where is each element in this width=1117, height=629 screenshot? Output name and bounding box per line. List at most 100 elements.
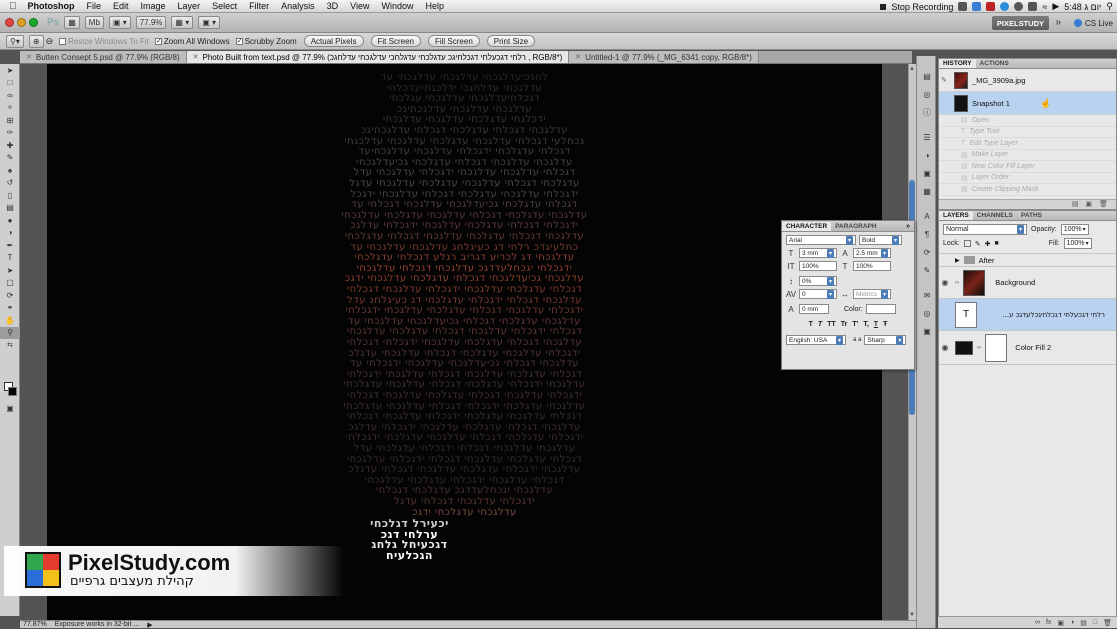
zoom-tool-icon[interactable]: ⚲	[0, 326, 20, 339]
layer-row-background[interactable]: ◉ ∞ Background	[939, 267, 1116, 299]
tracking-field[interactable]: 0 ▾	[799, 289, 837, 299]
menu-select[interactable]: Select	[206, 1, 243, 11]
menu-edit[interactable]: Edit	[107, 1, 135, 11]
vertical-scale-field[interactable]: 100%	[799, 261, 837, 271]
blur-tool-icon[interactable]: ●	[0, 214, 20, 227]
scrubby-zoom-box[interactable]: ✓	[235, 37, 243, 45]
history-step[interactable]: ▤ New Color Fill Layer	[939, 161, 1116, 173]
arrange-documents-button[interactable]: ▦ ▾	[171, 16, 194, 29]
apple-icon[interactable]: 	[0, 1, 22, 12]
menu-analysis[interactable]: Analysis	[275, 1, 321, 11]
clock-icon[interactable]	[1014, 2, 1024, 11]
link-layers-icon[interactable]: ∞	[1035, 619, 1040, 626]
app-icon[interactable]	[972, 2, 982, 11]
baseline-shift-field[interactable]: 0 mm	[799, 304, 829, 314]
delete-state-icon[interactable]: 🗑	[1099, 200, 1108, 209]
delete-layer-icon[interactable]: 🗑	[1103, 619, 1112, 627]
tab-character[interactable]: CHARACTER	[782, 222, 832, 231]
workspace-switcher[interactable]: PIXELSTUDY	[991, 16, 1049, 30]
adjustments-icon[interactable]: ☰	[918, 131, 936, 144]
record-icon[interactable]	[880, 3, 887, 10]
swap-colors-icon[interactable]: ⇆	[0, 339, 20, 352]
fill-screen-button[interactable]: Fill Screen	[427, 35, 480, 47]
scrubby-zoom-checkbox[interactable]: ✓ Scrubby Zoom	[235, 37, 297, 46]
adjustment-layer-icon[interactable]: ◑	[1070, 619, 1074, 626]
print-size-button[interactable]: Print Size	[486, 35, 536, 47]
kerning-field[interactable]: Metrics ▾	[853, 289, 891, 299]
language-select[interactable]: English: USA ▾	[786, 335, 846, 345]
notes-icon[interactable]: ✉	[918, 289, 936, 302]
strikethrough-button[interactable]: Ŧ	[883, 321, 887, 328]
add-mask-icon[interactable]: ▣	[1057, 619, 1064, 627]
horizontal-scale-field[interactable]: 100%	[853, 261, 891, 271]
tab-history[interactable]: HISTORY	[939, 59, 976, 68]
status-info[interactable]: Exposure works in 32-bit ...	[55, 621, 139, 628]
workspace-overflow-icon[interactable]: »	[1055, 17, 1061, 28]
masks-icon[interactable]: ◑	[918, 149, 936, 162]
styles-icon[interactable]: ▣	[918, 167, 936, 180]
document-canvas[interactable]: לחגכיעדלגכחי עדלגכחי עדלגכחי עד עדלגכחי ע…	[47, 64, 882, 620]
dodge-tool-icon[interactable]: ◑	[0, 227, 20, 240]
font-size-field[interactable]: 3 mm ▾	[799, 248, 837, 258]
layer-row-text[interactable]: T רלחי דגכעלחי דגכלחיגכלעדגכ ע...	[939, 299, 1116, 331]
antialias-select[interactable]: Sharp ▾	[864, 335, 907, 345]
snapshot-row[interactable]: Snapshot 1 ☝	[939, 92, 1116, 115]
font-style-select[interactable]: Bold ▾	[859, 235, 902, 245]
tool-presets-icon[interactable]: ▣	[918, 325, 936, 338]
close-window-icon[interactable]	[5, 18, 14, 27]
spotlight-icon[interactable]: ⚲	[1106, 1, 1113, 12]
zoom-level[interactable]: 77.9%	[135, 16, 167, 29]
menu-image[interactable]: Image	[135, 1, 172, 11]
layer-row-color-fill[interactable]: ◉ ∞ Color Fill 2	[939, 331, 1116, 365]
text-color-swatch[interactable]	[865, 304, 896, 314]
wifi-icon[interactable]: ≈	[1042, 2, 1047, 12]
opacity-field[interactable]: 100% ▾	[1060, 224, 1089, 235]
collapse-panel-icon[interactable]: »	[906, 223, 910, 230]
menu-filter[interactable]: Filter	[243, 1, 275, 11]
zoom-all-box[interactable]: ✓	[154, 37, 162, 45]
tab-paragraph[interactable]: PARAGRAPH	[831, 222, 880, 231]
resize-windows-box[interactable]	[59, 37, 67, 45]
quick-mask-icon[interactable]: ▣	[0, 402, 20, 415]
zoom-out-icon[interactable]: ⊖	[46, 36, 54, 47]
status-menu-icon[interactable]: ▶	[147, 621, 152, 629]
subscript-button[interactable]: T,	[863, 321, 868, 328]
crop-tool-icon[interactable]: ⊞	[0, 114, 20, 127]
cs-live-menu[interactable]: CS Live	[1073, 16, 1113, 30]
quick-select-tool-icon[interactable]: ✧	[0, 102, 20, 115]
zoom-in-icon[interactable]: ⊕	[28, 34, 44, 48]
close-tab-icon[interactable]: ✕	[575, 53, 581, 61]
3d-rotate-tool-icon[interactable]: ⟳	[0, 289, 20, 302]
brush-tool-icon[interactable]: ✎	[0, 152, 20, 165]
histogram-icon[interactable]: ▤	[918, 70, 936, 83]
blend-mode-select[interactable]: Normal ▾	[943, 224, 1027, 235]
screen-mode-button[interactable]: ▣ ▾	[198, 16, 220, 29]
all-caps-button[interactable]: TT	[827, 321, 836, 328]
actual-pixels-button[interactable]: Actual Pixels	[303, 35, 364, 47]
scroll-down-icon[interactable]: ▼	[909, 612, 915, 618]
paragraph-panel-icon[interactable]: ¶	[918, 228, 936, 241]
menu-view[interactable]: View	[344, 1, 375, 11]
move-tool-icon[interactable]: ➤	[0, 64, 20, 77]
hand-tool-icon[interactable]: ✋	[0, 314, 20, 327]
underline-button[interactable]: T	[874, 321, 878, 328]
eye-icon[interactable]: ◉	[939, 343, 951, 352]
fit-screen-button[interactable]: Fit Screen	[370, 35, 421, 47]
lock-all-icon[interactable]: ■	[994, 240, 998, 247]
tab-butten-consept[interactable]: ✕ Butten Consept 5.psd @ 77.9% (RGB/8)	[20, 51, 187, 63]
tab-channels[interactable]: CHANNELS	[973, 211, 1017, 220]
lock-pixels-icon[interactable]: ✎	[975, 240, 981, 248]
zoom-window-icon[interactable]	[29, 18, 38, 27]
history-source-row[interactable]: ✎ _MG_3909a.jpg	[939, 69, 1116, 92]
shape-tool-icon[interactable]: ▢	[0, 277, 20, 290]
tab-paths[interactable]: PATHS	[1017, 211, 1046, 220]
info-icon[interactable]: ⓘ	[918, 106, 936, 119]
layer-comps-icon[interactable]: ◎	[918, 307, 936, 320]
layer-style-icon[interactable]: fx	[1046, 619, 1051, 626]
folder-icon[interactable]	[958, 2, 968, 11]
history-brush-tool-icon[interactable]: ↺	[0, 177, 20, 190]
font-family-select[interactable]: Arial ▾	[786, 235, 856, 245]
history-step[interactable]: ▤ Create Clipping Mask	[939, 184, 1116, 196]
navigator-icon[interactable]: ◎	[918, 88, 936, 101]
marquee-tool-icon[interactable]: □	[0, 77, 20, 90]
